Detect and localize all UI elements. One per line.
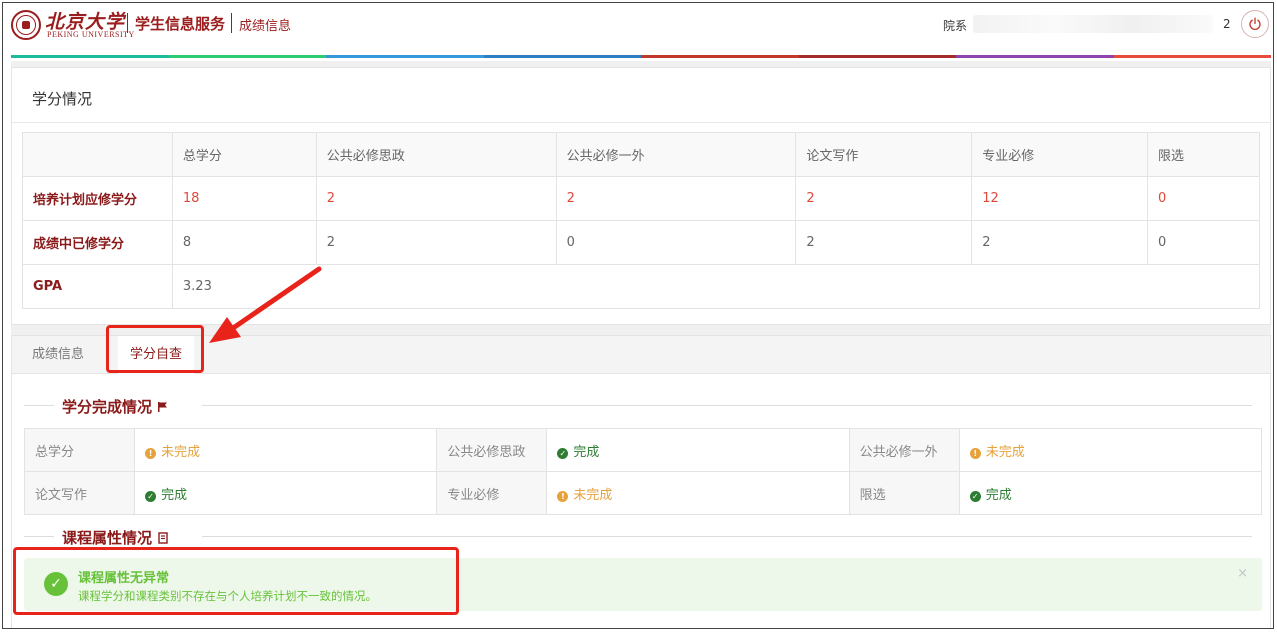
completion-title: 学分完成情况 xyxy=(62,398,153,416)
accent-segment xyxy=(326,55,484,58)
table-cell: 12 xyxy=(971,176,1149,221)
completion-label: 限选 xyxy=(848,471,960,515)
completion-label: 公共必修思政 xyxy=(436,428,548,472)
warning-icon: ! xyxy=(557,490,569,502)
page-title: 成绩信息 xyxy=(239,19,292,34)
check-circle-icon: ✓ xyxy=(557,447,569,459)
table-cell: 18 xyxy=(171,176,317,221)
course-attr-section-title: 课程属性情况 xyxy=(12,527,1252,547)
table-row: 论文写作 ✓ 完成 专业必修 ! 未完成 限选 ✓ 完成 xyxy=(23,471,1263,515)
check-circle-icon: ✓ xyxy=(145,490,157,502)
table-header-cell: 论文写作 xyxy=(795,132,973,177)
check-circle-icon: ✓ xyxy=(969,490,981,502)
completion-table: 总学分 ! 未完成 公共必修思政 ✓ 完成 公共必修一外 ! 未完成 论文写作 ✓ 完成… xyxy=(23,428,1263,515)
logo-english-text: PEKING UNIVERSITY xyxy=(47,30,135,39)
warning-icon: ! xyxy=(145,447,157,459)
completion-label: 总学分 xyxy=(23,428,136,472)
app-window: 北京大学 PEKING UNIVERSITY 学生信息服务 成绩信息 院系 2 … xyxy=(2,2,1274,629)
completion-label: 公共必修一外 xyxy=(848,428,960,472)
book-icon xyxy=(158,532,168,544)
accent-segment xyxy=(798,55,956,58)
table-cell: 0 xyxy=(555,220,797,265)
university-seal-icon xyxy=(11,10,41,40)
table-cell: 8 xyxy=(171,220,317,265)
table-cell: 2 xyxy=(315,220,557,265)
accent-segment xyxy=(11,55,169,58)
accent-segment xyxy=(956,55,1114,58)
completion-section-title: 学分完成情况 xyxy=(12,396,1252,416)
completion-status: ✓ 完成 xyxy=(546,428,850,472)
close-icon[interactable]: × xyxy=(1237,566,1248,581)
highlight-box xyxy=(13,547,459,615)
tab-grade-info[interactable]: 成绩信息 xyxy=(20,336,96,374)
accent-segment xyxy=(641,55,799,58)
table-header-cell: 限选 xyxy=(1147,132,1260,177)
accent-color-bar xyxy=(11,55,1271,58)
divider xyxy=(12,122,1270,123)
row-label: 培养计划应修学分 xyxy=(22,176,173,221)
warning-icon: ! xyxy=(969,447,981,459)
completion-status: ✓ 完成 xyxy=(958,471,1263,515)
accent-segment xyxy=(483,55,641,58)
completion-status: ! 未完成 xyxy=(134,428,438,472)
table-header-cell: 公共必修思政 xyxy=(315,132,557,177)
table-header-cell: 专业必修 xyxy=(971,132,1149,177)
table-cell: 2 xyxy=(555,176,797,221)
annotation-arrow-icon xyxy=(209,266,322,343)
completion-status: ! 未完成 xyxy=(546,471,850,515)
accent-segment xyxy=(168,55,326,58)
table-row: 培养计划应修学分 18 2 2 2 12 0 xyxy=(22,176,1260,221)
table-header-cell xyxy=(22,132,173,177)
header-divider xyxy=(231,13,232,33)
completion-status: ! 未完成 xyxy=(958,428,1263,472)
credit-summary-panel: 学分情况 总学分 公共必修思政 公共必修一外 论文写作 专业必修 限选 培养计划… xyxy=(11,67,1271,325)
user-number: 2 xyxy=(1223,17,1231,31)
table-header-row: 总学分 公共必修思政 公共必修一外 论文写作 专业必修 限选 xyxy=(22,132,1260,177)
completion-label: 论文写作 xyxy=(23,471,136,515)
header-divider xyxy=(127,13,128,33)
credit-panel-title: 学分情况 xyxy=(32,90,93,108)
power-icon xyxy=(1249,17,1261,30)
table-header-cell: 总学分 xyxy=(171,132,317,177)
row-label: 成绩中已修学分 xyxy=(22,220,173,265)
table-header-cell: 公共必修一外 xyxy=(555,132,797,177)
table-cell: 0 xyxy=(1147,220,1260,265)
table-row: 总学分 ! 未完成 公共必修思政 ✓ 完成 公共必修一外 ! 未完成 xyxy=(23,428,1263,472)
flag-icon xyxy=(158,402,168,412)
table-cell: 2 xyxy=(315,176,557,221)
redacted-user-info xyxy=(973,15,1213,33)
table-cell: 2 xyxy=(971,220,1149,265)
highlight-box xyxy=(106,325,204,373)
completion-status: ✓ 完成 xyxy=(134,471,438,515)
top-header: 北京大学 PEKING UNIVERSITY 学生信息服务 成绩信息 院系 2 xyxy=(3,3,1273,53)
table-cell: 2 xyxy=(795,176,973,221)
gpa-value: 3.23 xyxy=(171,264,1261,309)
completion-label: 专业必修 xyxy=(436,471,548,515)
row-label: GPA xyxy=(22,264,173,309)
table-cell: 0 xyxy=(1147,176,1260,221)
accent-segment xyxy=(1113,55,1271,58)
logout-button[interactable] xyxy=(1241,10,1269,38)
table-cell: 2 xyxy=(795,220,973,265)
user-department-label: 院系 xyxy=(943,19,968,33)
table-row: 成绩中已修学分 8 2 0 2 2 0 xyxy=(22,220,1260,265)
app-title[interactable]: 学生信息服务 xyxy=(135,13,225,34)
course-attr-title: 课程属性情况 xyxy=(62,529,153,547)
